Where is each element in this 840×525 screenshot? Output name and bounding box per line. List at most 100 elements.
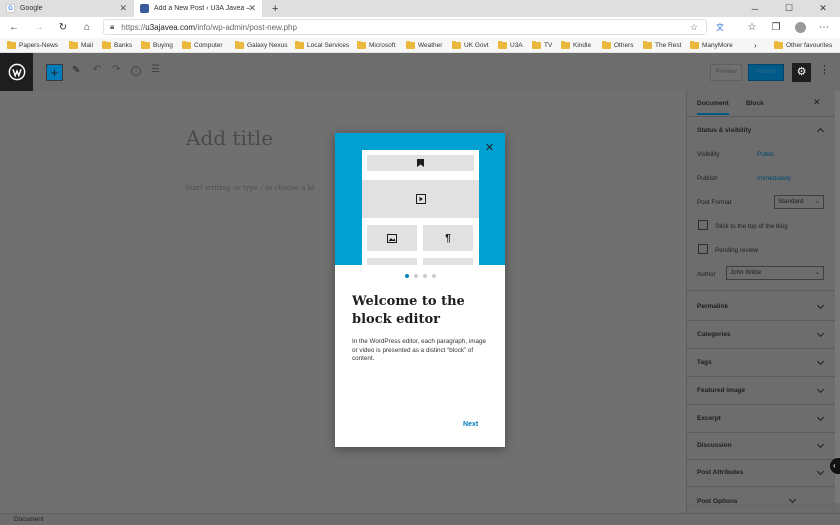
publish-button[interactable]: Publish <box>748 64 784 81</box>
close-tab-icon[interactable]: ✕ <box>248 3 256 14</box>
close-window-icon[interactable]: ✕ <box>806 0 840 17</box>
author-select[interactable]: John Wilde ⌄ <box>726 266 824 280</box>
panel-tags[interactable]: Tags <box>687 349 835 377</box>
folder-icon <box>295 40 304 49</box>
chevron-down-icon <box>816 467 825 476</box>
add-block-button[interactable]: + <box>46 64 63 81</box>
divider <box>687 290 835 291</box>
panel-permalink[interactable]: Permalink <box>687 293 835 321</box>
gear-icon[interactable]: ⚙ <box>792 63 811 82</box>
phone-mockup: ¶ <box>362 150 479 265</box>
bookmark-folder[interactable]: TV <box>532 40 552 51</box>
refresh-icon[interactable]: ↻ <box>55 19 71 35</box>
bookmark-folder[interactable]: Mail <box>69 40 93 51</box>
visibility-value[interactable]: Public <box>757 151 774 158</box>
placeholder-block <box>423 258 473 265</box>
next-button[interactable]: Next <box>463 421 478 428</box>
page-dot-4[interactable] <box>431 274 436 278</box>
home-icon[interactable]: ⌂ <box>79 19 95 35</box>
star-icon[interactable]: ☆ <box>690 22 698 33</box>
editor-top-toolbar: + ✎ ↶ ↷ i ☰ Preview Publish ⚙ ⋮ <box>0 53 840 91</box>
post-body-placeholder[interactable]: Start writing or type / to choose a bl <box>185 184 314 192</box>
bookmark-icon <box>417 159 424 167</box>
bookmark-folder[interactable]: Microsoft <box>357 40 395 51</box>
folder-icon <box>498 40 507 49</box>
sticky-checkbox[interactable] <box>698 220 708 230</box>
collections-icon[interactable]: ❐ <box>768 19 784 35</box>
minimize-icon[interactable]: ─ <box>738 0 772 17</box>
panel-categories[interactable]: Categories <box>687 321 835 349</box>
bookmark-folder[interactable]: Kindle <box>561 40 591 51</box>
maximize-icon[interactable]: ☐ <box>772 0 806 17</box>
folder-icon <box>69 40 78 49</box>
translate-icon[interactable]: 文 <box>712 19 728 35</box>
bookmark-folder[interactable]: Buying <box>141 40 173 51</box>
bookmark-folder[interactable]: Papers-News <box>7 40 58 51</box>
folder-icon <box>357 40 366 49</box>
bookmark-folder[interactable]: UK Govt <box>452 40 489 51</box>
close-tab-icon[interactable]: ✕ <box>119 3 127 14</box>
more-menu-icon[interactable]: ⋮ <box>819 63 830 76</box>
block-navigation-icon[interactable]: ☰ <box>151 64 160 75</box>
chevron-down-icon <box>788 495 797 504</box>
tab-wordpress[interactable]: Add a New Post ‹ U3A Javea — W ✕ <box>134 0 262 17</box>
block-breadcrumb: Document <box>0 513 840 525</box>
plus-icon[interactable]: + <box>266 0 284 17</box>
favourites-icon[interactable]: ☆ <box>744 19 760 35</box>
floating-toggle-icon[interactable]: ‹ <box>830 458 840 474</box>
post-title-input[interactable]: Add title <box>186 126 273 150</box>
more-icon[interactable]: ⋯ <box>816 19 832 35</box>
folder-icon <box>235 40 244 49</box>
wordpress-logo-icon[interactable] <box>0 53 33 91</box>
paragraph-icon: ¶ <box>445 232 451 244</box>
page-dot-3[interactable] <box>422 274 427 278</box>
horizontal-scrollbar[interactable] <box>687 504 835 510</box>
pencil-icon[interactable]: ✎ <box>72 65 80 76</box>
sticky-label: Stick to the top of the blog <box>715 223 788 230</box>
pending-review-label: Pending review <box>715 247 759 254</box>
google-icon: G <box>6 4 15 13</box>
close-icon[interactable]: ✕ <box>485 141 494 154</box>
placeholder-block <box>367 258 417 265</box>
bookmark-folder[interactable]: Others <box>602 40 634 51</box>
panel-status-visibility[interactable]: Status & visibility <box>687 117 835 143</box>
back-icon[interactable]: ← <box>6 19 22 35</box>
info-icon[interactable]: i <box>131 66 141 76</box>
chevron-right-icon[interactable]: › <box>754 40 757 51</box>
tab-document[interactable]: Document <box>697 100 729 115</box>
panel-post-options[interactable]: Post Options <box>687 487 835 515</box>
post-format-select[interactable]: Standard ⌄ <box>774 195 824 209</box>
undo-icon[interactable]: ↶ <box>93 64 101 75</box>
other-favourites-folder[interactable]: Other favourites <box>774 40 832 51</box>
panel-post-attributes[interactable]: Post Attributes <box>687 459 835 487</box>
forward-icon[interactable]: → <box>31 19 47 35</box>
bookmark-folder[interactable]: ManyMore <box>690 40 733 51</box>
address-bar[interactable]: 🔒︎ https:// u3ajavea.com /info/wp-admin/… <box>103 19 707 35</box>
close-sidebar-icon[interactable]: ✕ <box>813 97 821 108</box>
publish-date-value[interactable]: Immediately <box>757 175 791 182</box>
panel-featured-image[interactable]: Featured image <box>687 377 835 405</box>
tab-google[interactable]: G Google ✕ <box>0 0 133 17</box>
panel-discussion[interactable]: Discussion <box>687 432 835 460</box>
bookmark-folder[interactable]: Weather <box>406 40 442 51</box>
chevron-up-icon <box>816 127 825 136</box>
image-block <box>367 225 417 251</box>
bookmark-folder[interactable]: Galaxy Nexus <box>235 40 287 51</box>
breadcrumb-document[interactable]: Document <box>14 516 44 523</box>
bookmark-folder[interactable]: The Rest <box>643 40 681 51</box>
bookmark-folder[interactable]: Computer <box>182 40 223 51</box>
bookmark-folder[interactable]: U3A <box>498 40 523 51</box>
preview-button[interactable]: Preview <box>710 64 742 81</box>
page-dot-2[interactable] <box>413 274 418 278</box>
bookmark-folder[interactable]: Local Services <box>295 40 349 51</box>
bookmark-folder[interactable]: Banks <box>102 40 132 51</box>
profile-avatar[interactable] <box>792 19 808 35</box>
sidebar-scrollbar[interactable] <box>835 91 840 503</box>
panel-excerpt[interactable]: Excerpt <box>687 405 835 433</box>
chevron-down-icon <box>816 329 825 338</box>
redo-icon[interactable]: ↷ <box>112 64 120 75</box>
chevron-down-icon <box>816 301 825 310</box>
tab-block[interactable]: Block <box>746 100 764 107</box>
page-dot-1[interactable] <box>404 274 409 278</box>
pending-review-checkbox[interactable] <box>698 244 708 254</box>
